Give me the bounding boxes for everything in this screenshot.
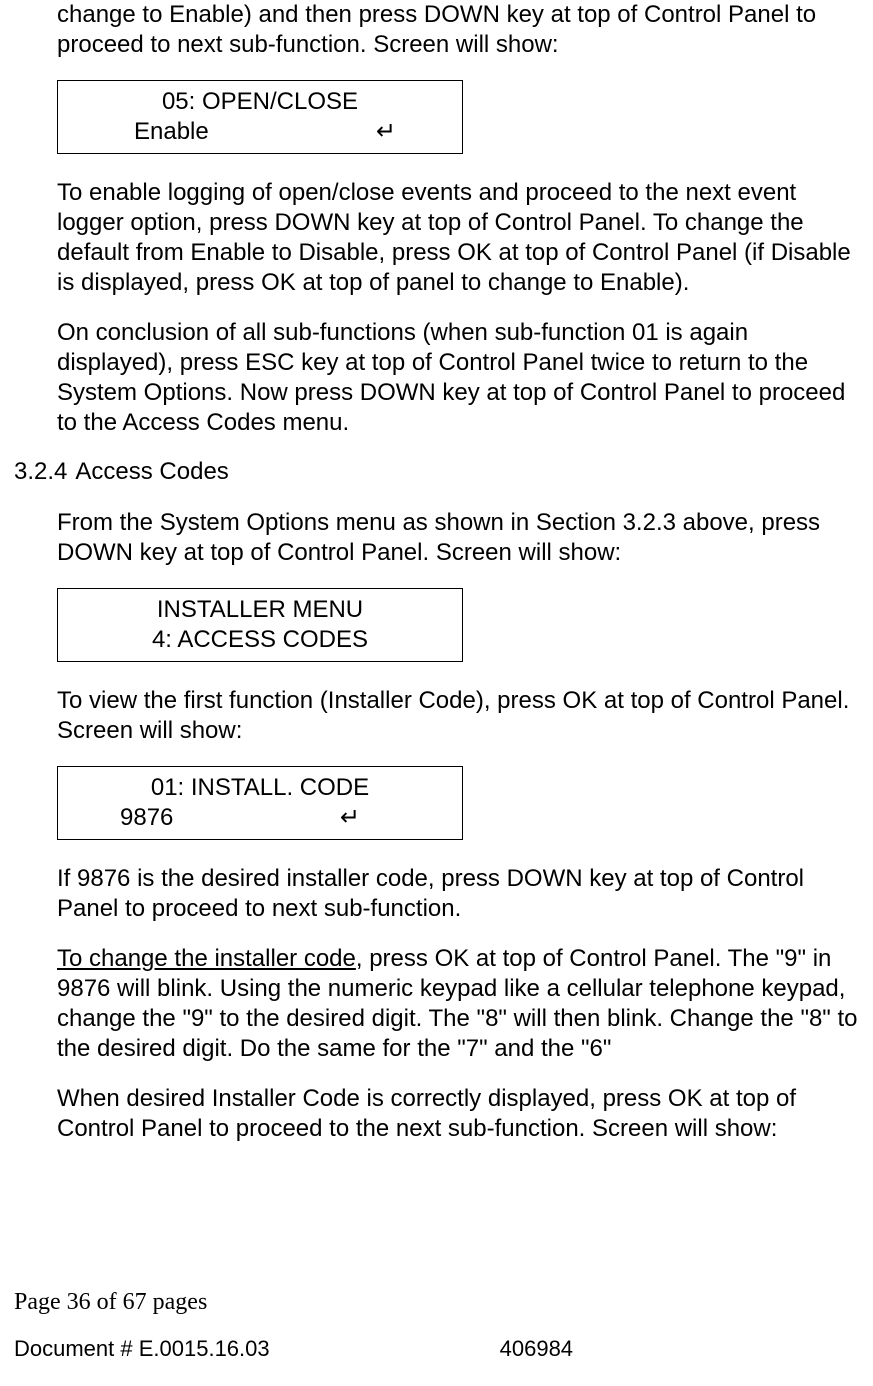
reference-number: 406984 bbox=[500, 1336, 573, 1362]
paragraph: To view the first function (Installer Co… bbox=[57, 686, 859, 746]
lcd-display: 01: INSTALL. CODE 9876 ↵ bbox=[57, 766, 463, 840]
paragraph: From the System Options menu as shown in… bbox=[57, 508, 859, 568]
section-number: 3.2.4 bbox=[14, 458, 67, 486]
paragraph: On conclusion of all sub-functions (when… bbox=[57, 318, 859, 438]
page-footer: Page 36 of 67 pages Document # E.0015.16… bbox=[14, 1289, 859, 1362]
lcd-line: 01: INSTALL. CODE bbox=[70, 773, 450, 803]
section-heading: 3.2.4 Access Codes bbox=[14, 458, 859, 486]
document-number: Document # E.0015.16.03 bbox=[14, 1336, 270, 1362]
enter-icon: ↵ bbox=[340, 803, 360, 833]
paragraph: change to Enable) and then press DOWN ke… bbox=[57, 0, 859, 60]
lcd-line: 4: ACCESS CODES bbox=[70, 625, 450, 655]
lcd-display: 05: OPEN/CLOSE Enable ↵ bbox=[57, 80, 463, 154]
paragraph: If 9876 is the desired installer code, p… bbox=[57, 864, 859, 924]
lcd-display: INSTALLER MENU 4: ACCESS CODES bbox=[57, 588, 463, 662]
lcd-value: 9876 bbox=[120, 803, 173, 833]
lcd-line: 05: OPEN/CLOSE bbox=[70, 87, 450, 117]
section-title: Access Codes bbox=[75, 458, 228, 486]
paragraph: When desired Installer Code is correctly… bbox=[57, 1084, 859, 1144]
lcd-line: INSTALLER MENU bbox=[70, 595, 450, 625]
enter-icon: ↵ bbox=[376, 117, 396, 147]
page-number: Page 36 of 67 pages bbox=[14, 1289, 859, 1316]
lcd-line: Enable ↵ bbox=[70, 117, 450, 147]
underlined-text: To change the installer code bbox=[57, 945, 356, 972]
lcd-line: 9876 ↵ bbox=[70, 803, 450, 833]
paragraph: To change the installer code, press OK a… bbox=[57, 944, 859, 1064]
paragraph: To enable logging of open/close events a… bbox=[57, 178, 859, 298]
lcd-value: Enable bbox=[134, 117, 209, 147]
